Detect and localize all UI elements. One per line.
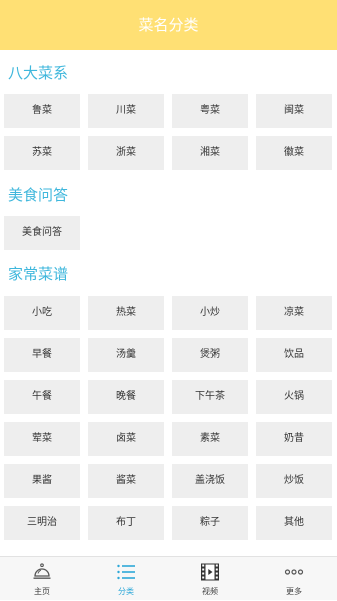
category-cell[interactable]: 早餐 (4, 338, 80, 372)
category-cell[interactable]: 布丁 (88, 506, 164, 540)
tab-video-label: 视频 (202, 587, 218, 596)
tab-more[interactable]: 更多 (252, 557, 336, 601)
category-cell[interactable]: 三明治 (4, 506, 80, 540)
category-cell[interactable]: 果酱 (4, 464, 80, 498)
list-icon (116, 562, 136, 582)
tab-more-label: 更多 (286, 587, 302, 596)
category-cell[interactable]: 饮品 (256, 338, 332, 372)
category-cell[interactable]: 小炒 (172, 296, 248, 330)
tab-video[interactable]: 视频 (168, 557, 252, 601)
category-cell[interactable]: 酱菜 (88, 464, 164, 498)
category-cell[interactable]: 川菜 (88, 94, 164, 128)
category-cell[interactable]: 鲁菜 (4, 94, 80, 128)
category-cell[interactable]: 火锅 (256, 380, 332, 414)
section-title-food-qa: 美食问答 (8, 186, 69, 204)
category-cell[interactable]: 炒饭 (256, 464, 332, 498)
category-cell[interactable]: 卤菜 (88, 422, 164, 456)
category-cell[interactable]: 晚餐 (88, 380, 164, 414)
category-cell[interactable]: 浙菜 (88, 136, 164, 170)
category-cell[interactable]: 粤菜 (172, 94, 248, 128)
category-cell[interactable]: 徽菜 (256, 136, 332, 170)
page-title: 菜名分类 (138, 16, 199, 34)
category-cell[interactable]: 湘菜 (172, 136, 248, 170)
section-title-home-recipes: 家常菜谱 (8, 265, 69, 283)
header-bar: 菜名分类 (0, 0, 337, 50)
bottom-tab-bar: 主页 分类 视频 更多 (0, 556, 337, 600)
film-play-icon (200, 562, 220, 582)
category-cell[interactable]: 闽菜 (256, 94, 332, 128)
category-cell[interactable]: 美食问答 (4, 216, 80, 250)
category-cell[interactable]: 热菜 (88, 296, 164, 330)
category-cell[interactable]: 汤羹 (88, 338, 164, 372)
category-cell[interactable]: 午餐 (4, 380, 80, 414)
section-title-eight-cuisines: 八大菜系 (8, 64, 69, 82)
tab-category[interactable]: 分类 (84, 557, 168, 601)
category-cell[interactable]: 盖浇饭 (172, 464, 248, 498)
tab-category-label: 分类 (118, 587, 134, 596)
category-cell[interactable]: 奶昔 (256, 422, 332, 456)
category-cell[interactable]: 苏菜 (4, 136, 80, 170)
category-cell[interactable]: 凉菜 (256, 296, 332, 330)
category-content[interactable]: 八大菜系 鲁菜 川菜 粤菜 闽菜 苏菜 浙菜 湘菜 徽菜 美食问答 美食问答 家… (0, 50, 337, 556)
category-cell[interactable]: 煲粥 (172, 338, 248, 372)
category-cell[interactable]: 其他 (256, 506, 332, 540)
category-cell[interactable]: 下午茶 (172, 380, 248, 414)
category-cell[interactable]: 荤菜 (4, 422, 80, 456)
cloche-icon (32, 562, 52, 582)
category-cell[interactable]: 小吃 (4, 296, 80, 330)
tab-home-label: 主页 (34, 587, 50, 596)
tab-home[interactable]: 主页 (0, 557, 84, 601)
more-dots-icon (284, 562, 304, 582)
category-cell[interactable]: 粽子 (172, 506, 248, 540)
category-cell[interactable]: 素菜 (172, 422, 248, 456)
